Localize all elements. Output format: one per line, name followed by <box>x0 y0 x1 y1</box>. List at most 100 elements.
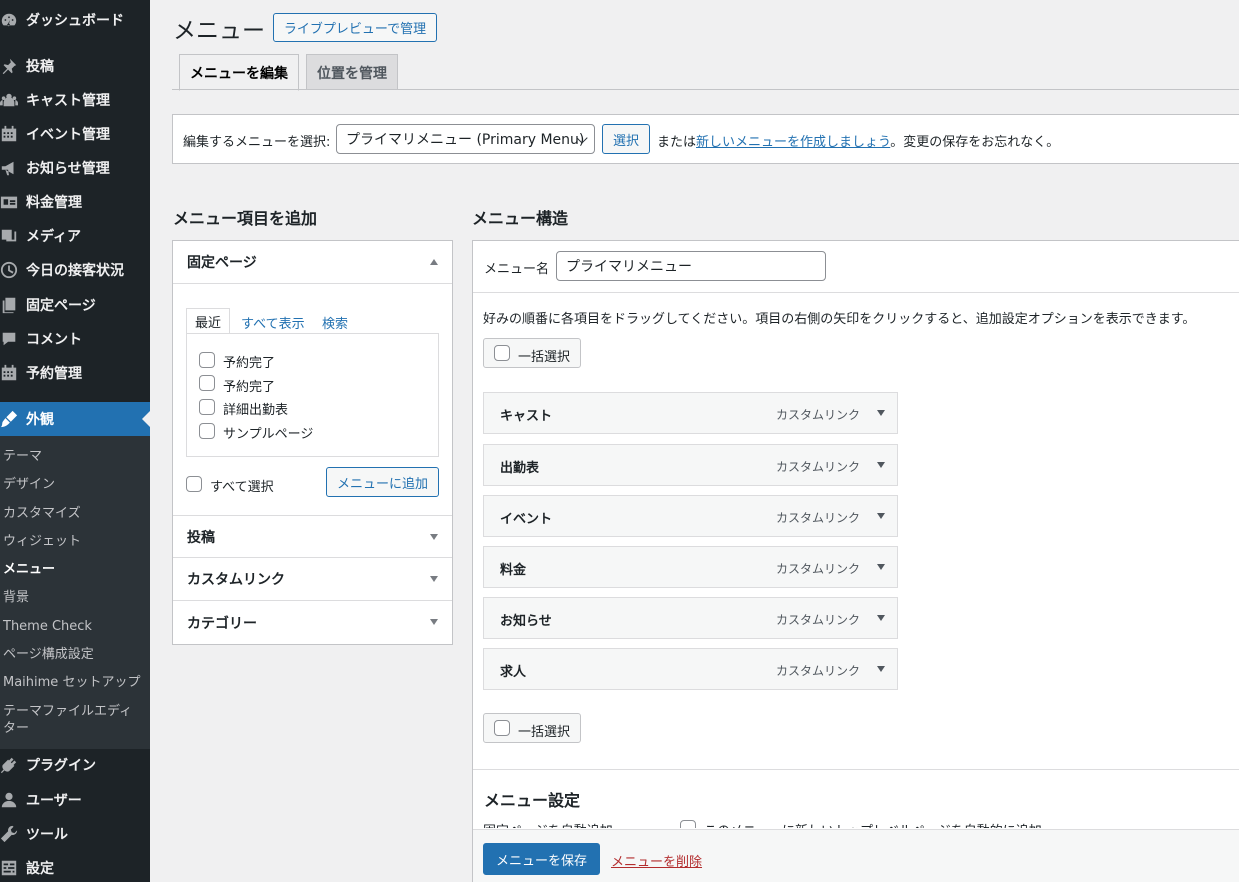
page-checkbox[interactable] <box>199 399 215 415</box>
expand-arrow-icon[interactable] <box>877 513 885 519</box>
auto-add-label: 固定ページを自動追加 <box>483 820 613 828</box>
sidebar-item-media[interactable]: メディア <box>0 219 150 253</box>
submenu-item-page-layout[interactable]: ページ構成設定 <box>3 646 94 663</box>
auto-add-option: このメニューに新しいトップレベルページを自動的に追加 <box>704 820 1042 828</box>
accordion-categories[interactable]: カテゴリー <box>173 601 452 644</box>
submenu-item-theme-editor[interactable]: テーマファイルエディ <box>3 703 132 720</box>
submenu-item-theme-editor-cont[interactable]: ター <box>3 720 29 737</box>
menu-item-title: キャスト <box>500 409 553 424</box>
submenu-item-background[interactable]: 背景 <box>3 589 29 606</box>
submenu-item-menus[interactable]: メニュー <box>3 561 55 578</box>
create-menu-link[interactable]: 新しいメニューを作成しましょう <box>696 135 890 150</box>
save-menu-button[interactable]: メニューを保存 <box>483 843 600 875</box>
tab-search[interactable]: 検索 <box>322 313 348 332</box>
live-preview-button[interactable]: ライブプレビューで管理 <box>273 13 437 42</box>
sidebar-item-plugins[interactable]: プラグイン <box>0 748 150 782</box>
sidebar-item-pricing[interactable]: 料金管理 <box>0 185 150 219</box>
page-checkbox[interactable] <box>199 423 215 439</box>
sidebar-item-label: お知らせ管理 <box>26 161 110 177</box>
menu-name-input[interactable]: プライマリメニュー <box>556 251 826 281</box>
expand-arrow-icon[interactable] <box>877 666 885 672</box>
menu-item-title: イベント <box>500 512 553 527</box>
sidebar-item-cast[interactable]: キャスト管理 <box>0 83 150 117</box>
bulk-select-checkbox <box>494 345 510 361</box>
accordion-posts[interactable]: 投稿 <box>173 515 452 558</box>
sidebar-item-reservations[interactable]: 予約管理 <box>0 356 150 390</box>
tab-edit-menus[interactable]: メニューを編集 <box>179 54 299 91</box>
menu-item[interactable]: 求人 カスタムリンク <box>483 648 898 690</box>
accordion-posts-title: 投稿 <box>187 529 215 546</box>
sidebar-item-label: コメント <box>26 332 82 348</box>
auto-add-checkbox[interactable] <box>680 820 696 828</box>
sidebar-item-label: 外観 <box>26 412 54 428</box>
menu-item-type: カスタムリンク <box>776 664 861 678</box>
menu-structure-heading: メニュー構造 <box>472 209 569 228</box>
page-label: 詳細出勤表 <box>223 403 289 418</box>
bulk-select-label: 一括選択 <box>518 725 571 740</box>
expand-arrow-icon[interactable] <box>877 564 885 570</box>
sidebar-item-events[interactable]: イベント管理 <box>0 117 150 151</box>
menu-item[interactable]: 料金 カスタムリンク <box>483 546 898 588</box>
sidebar-item-label: ダッシュボード <box>26 13 124 29</box>
submenu-item-customize[interactable]: カスタマイズ <box>3 505 81 522</box>
sidebar-item-label: 投稿 <box>26 59 54 75</box>
menu-item-type: カスタムリンク <box>776 511 861 525</box>
sidebar-item-tools[interactable]: ツール <box>0 817 150 851</box>
page-icon <box>0 296 26 314</box>
sidebar-item-users[interactable]: ユーザー <box>0 783 150 817</box>
sidebar-item-appearance[interactable]: 外観 <box>0 402 150 436</box>
page-label: 予約完了 <box>223 356 276 371</box>
expand-arrow-icon[interactable] <box>877 462 885 468</box>
select-all-checkbox[interactable] <box>186 476 202 492</box>
megaphone-icon <box>0 159 26 177</box>
submenu-item-maihime-setup[interactable]: Maihime セットアップ <box>3 674 140 691</box>
sidebar-item-pages[interactable]: 固定ページ <box>0 288 150 322</box>
sidebar-item-label: 料金管理 <box>26 195 82 211</box>
comment-icon <box>0 330 26 348</box>
sidebar-item-settings[interactable]: 設定 <box>0 851 150 882</box>
accordion-pages[interactable]: 固定ページ <box>173 241 452 284</box>
expand-arrow-icon <box>430 534 438 540</box>
sidebar-item-status[interactable]: 今日の接客状況 <box>0 253 150 287</box>
bulk-select-bottom-button[interactable]: 一括選択 <box>483 713 581 743</box>
menu-select-value: プライマリメニュー (Primary Menu) <box>346 132 585 148</box>
sidebar-item-label: ツール <box>26 827 68 843</box>
tab-manage-locations[interactable]: 位置を管理 <box>306 54 398 90</box>
submenu-item-theme-check[interactable]: Theme Check <box>3 618 92 635</box>
sidebar-item-dashboard[interactable]: ダッシュボード <box>0 3 150 37</box>
sidebar-item-label: ユーザー <box>26 793 82 809</box>
sidebar-item-comments[interactable]: コメント <box>0 322 150 356</box>
menu-item[interactable]: キャスト カスタムリンク <box>483 392 898 434</box>
menu-item-title: 出勤表 <box>500 461 540 476</box>
clock-icon <box>0 261 26 279</box>
sidebar-item-news[interactable]: お知らせ管理 <box>0 151 150 185</box>
add-to-menu-button[interactable]: メニューに追加 <box>326 467 439 497</box>
menu-item-title: 求人 <box>500 665 527 680</box>
expand-arrow-icon[interactable] <box>877 615 885 621</box>
tab-view-all[interactable]: すべて表示 <box>241 313 305 332</box>
menu-select-dropdown[interactable]: プライマリメニュー (Primary Menu) <box>336 124 595 154</box>
appearance-submenu: テーマ デザイン カスタマイズ ウィジェット メニュー 背景 Theme Che… <box>0 436 150 749</box>
delete-menu-link[interactable]: メニューを削除 <box>611 851 702 870</box>
expand-arrow-icon[interactable] <box>877 410 885 416</box>
submenu-item-widgets[interactable]: ウィジェット <box>3 533 81 550</box>
sidebar-item-posts[interactable]: 投稿 <box>0 49 150 83</box>
submenu-item-themes[interactable]: テーマ <box>3 448 42 465</box>
menu-item[interactable]: イベント カスタムリンク <box>483 495 898 537</box>
menu-item[interactable]: お知らせ カスタムリンク <box>483 597 898 639</box>
create-menu-suffix: 。変更の保存をお忘れなく。 <box>890 135 1060 150</box>
accordion-custom-links[interactable]: カスタムリンク <box>173 558 452 601</box>
select-button[interactable]: 選択 <box>602 124 650 154</box>
plugin-icon <box>0 756 26 774</box>
menu-settings-heading: メニュー設定 <box>484 791 581 810</box>
wrench-icon <box>0 825 26 843</box>
menu-item-title: お知らせ <box>500 614 552 629</box>
page-checkbox[interactable] <box>199 375 215 391</box>
submenu-item-design[interactable]: デザイン <box>3 476 55 493</box>
page-checkbox[interactable] <box>199 352 215 368</box>
menu-item[interactable]: 出勤表 カスタムリンク <box>483 444 898 486</box>
sidebar-item-label: プラグイン <box>26 758 96 774</box>
tab-most-recent[interactable]: 最近 <box>186 308 231 334</box>
page-label: 予約完了 <box>223 380 276 395</box>
bulk-select-top-button[interactable]: 一括選択 <box>483 338 581 368</box>
